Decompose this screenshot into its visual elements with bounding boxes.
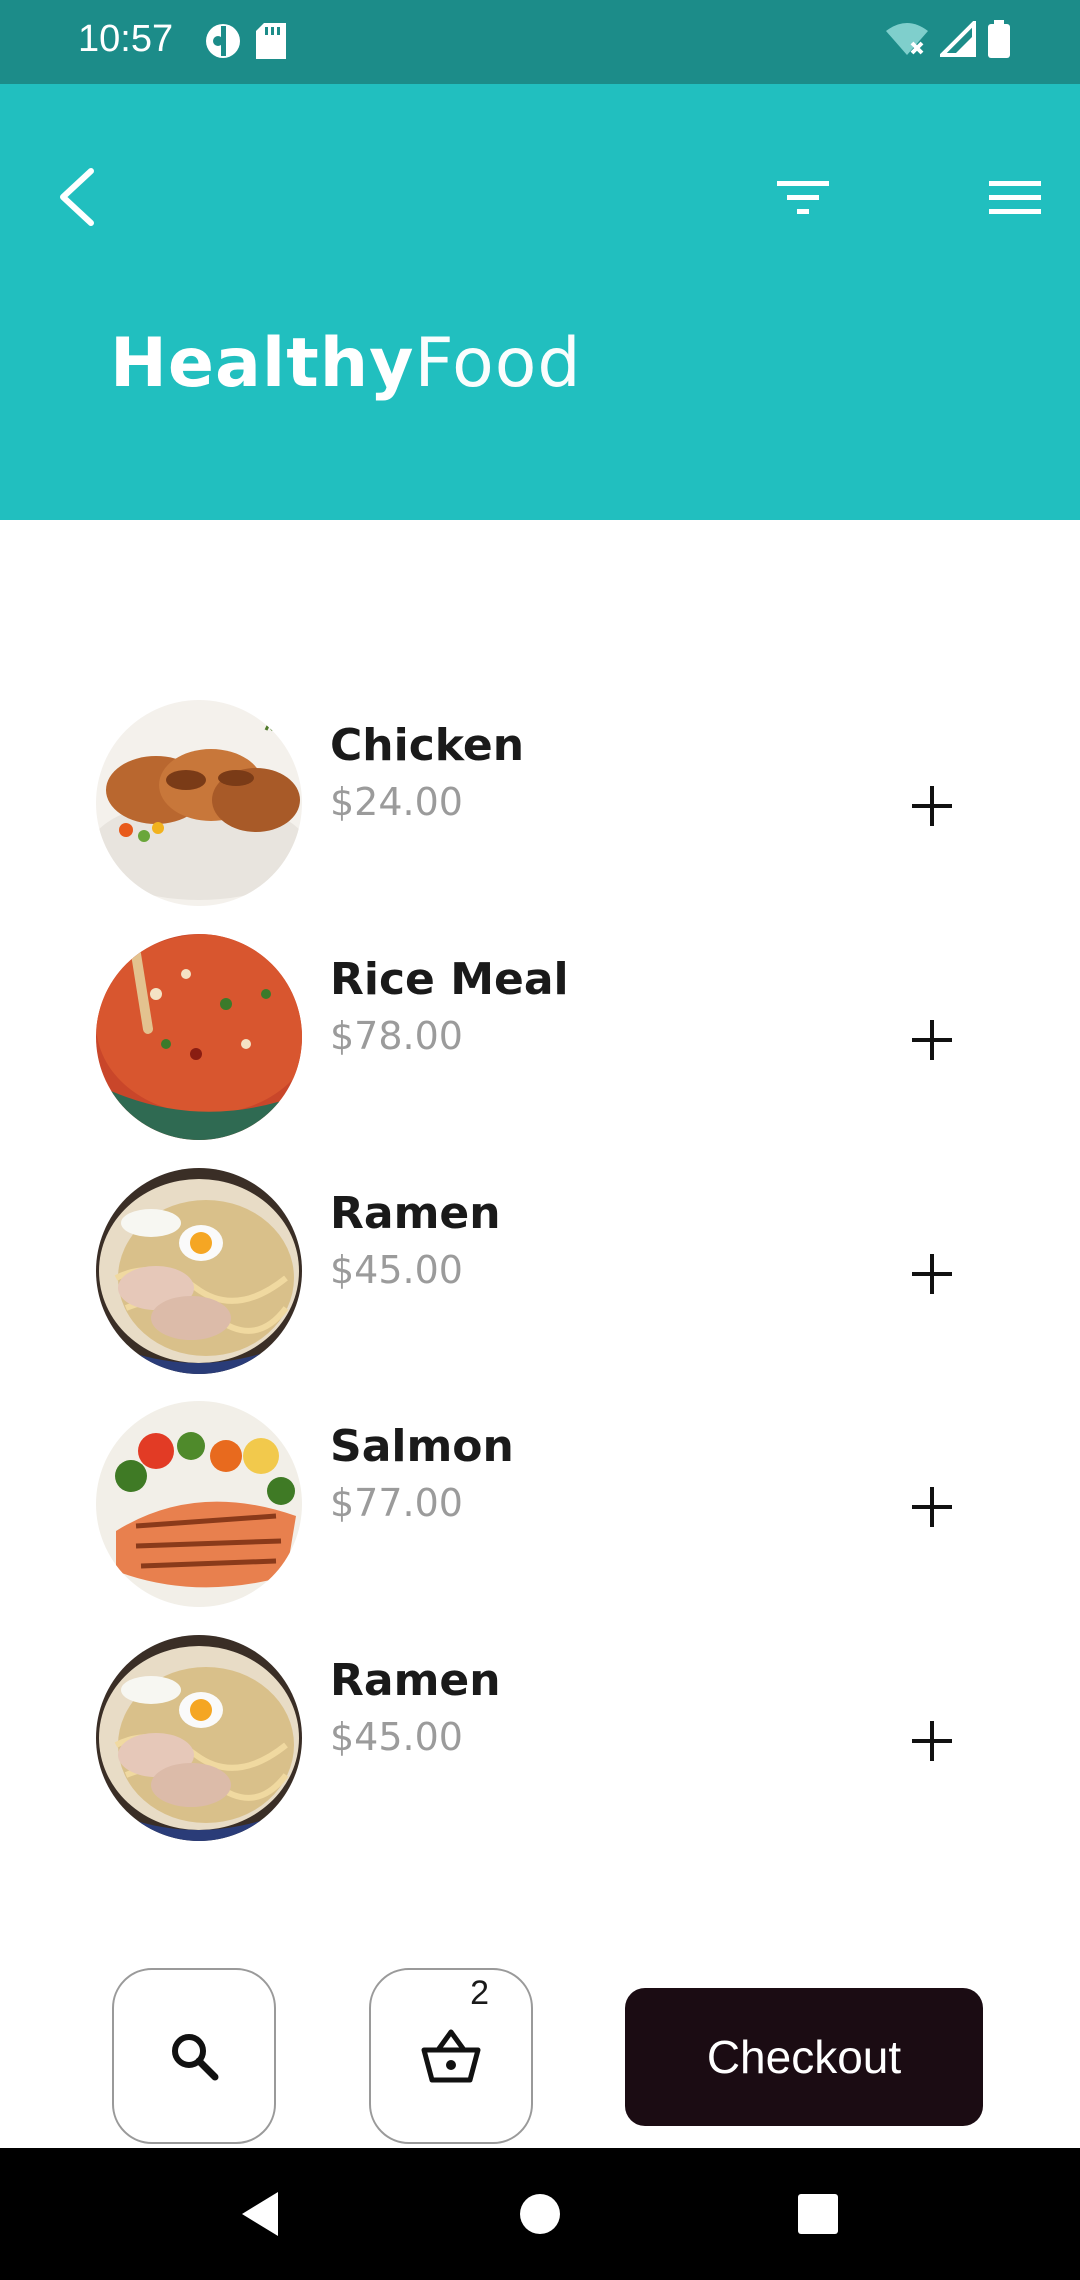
title-bold: Healthy	[110, 324, 415, 403]
item-name: Rice Meal	[330, 954, 569, 1005]
list-item[interactable]: Ramen $45.00	[0, 1635, 1080, 1845]
item-price: $45.00	[330, 1248, 463, 1292]
item-price: $45.00	[330, 1715, 463, 1759]
status-left-icons	[204, 22, 286, 60]
status-bar: 10:57	[0, 0, 1080, 84]
search-button[interactable]	[112, 1968, 276, 2144]
add-button[interactable]	[892, 1234, 972, 1314]
checkout-button[interactable]: Checkout	[625, 1988, 983, 2126]
page-title: HealthyFood	[110, 324, 582, 403]
navigation-bar	[0, 2148, 1080, 2280]
plus-icon	[912, 1487, 952, 1527]
add-button[interactable]	[892, 1701, 972, 1781]
nav-back-icon	[242, 2192, 278, 2236]
cart-button[interactable]: 2	[369, 1968, 533, 2144]
wifi-off-icon	[886, 23, 928, 55]
item-name: Salmon	[330, 1421, 514, 1472]
plus-icon	[912, 1020, 952, 1060]
sd-card-icon	[256, 23, 286, 59]
list-item[interactable]: Ramen $45.00	[0, 1168, 1080, 1378]
status-time: 10:57	[78, 18, 174, 60]
nav-home-button[interactable]	[510, 2184, 570, 2244]
rice-meal-image	[96, 934, 302, 1140]
plus-icon	[912, 786, 952, 826]
add-button[interactable]	[892, 1467, 972, 1547]
nav-recents-button[interactable]	[788, 2184, 848, 2244]
list-item[interactable]: Salmon $77.00	[0, 1401, 1080, 1611]
item-name: Ramen	[330, 1188, 501, 1239]
plus-icon	[912, 1254, 952, 1294]
item-price: $24.00	[330, 780, 463, 824]
item-price: $77.00	[330, 1481, 463, 1525]
ramen-image	[96, 1635, 302, 1841]
item-name: Ramen	[330, 1655, 501, 1706]
cart-count-badge: 2	[470, 1974, 489, 2012]
menu-button[interactable]	[978, 160, 1052, 234]
search-icon	[172, 2034, 219, 2081]
ramen-image	[96, 1168, 302, 1374]
item-price: $78.00	[330, 1014, 463, 1058]
signal-icon	[940, 21, 976, 57]
nav-back-button[interactable]	[230, 2184, 290, 2244]
basket-icon	[421, 2029, 481, 2083]
app-notification-icon	[206, 24, 240, 58]
status-right-icons	[886, 20, 1010, 58]
back-button[interactable]	[40, 160, 114, 234]
nav-recents-icon	[798, 2194, 838, 2234]
plus-icon	[912, 1721, 952, 1761]
title-light: Food	[414, 324, 582, 403]
battery-icon	[988, 20, 1010, 58]
nav-home-icon	[520, 2194, 560, 2234]
header: HealthyFood	[0, 84, 1080, 520]
back-icon	[60, 168, 94, 226]
filter-icon	[777, 181, 829, 214]
list-item[interactable]: Chicken $24.00	[0, 700, 1080, 910]
salmon-image	[96, 1401, 302, 1607]
menu-icon	[989, 181, 1041, 214]
filter-button[interactable]	[766, 160, 840, 234]
add-button[interactable]	[892, 766, 972, 846]
item-name: Chicken	[330, 720, 525, 771]
list-item[interactable]: Rice Meal $78.00	[0, 934, 1080, 1144]
add-button[interactable]	[892, 1000, 972, 1080]
chicken-image	[96, 700, 302, 906]
